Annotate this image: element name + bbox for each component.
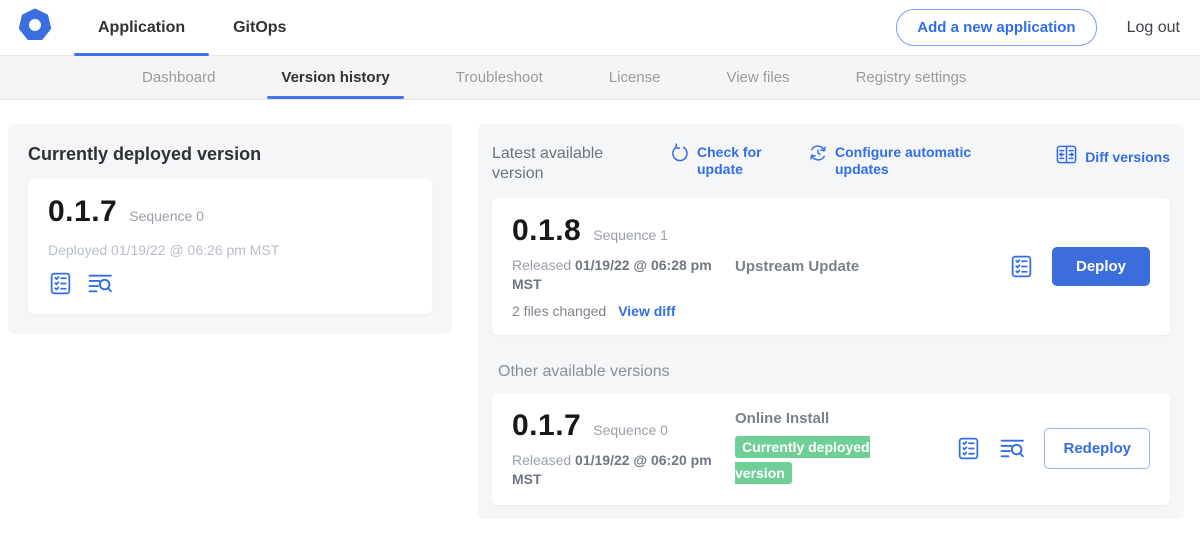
subnav-item-registry-settings[interactable]: Registry settings: [842, 56, 981, 99]
currently-deployed-badge: Currently deployed version: [735, 436, 870, 484]
other-version-card: 0.1.7 Sequence 0 Released 01/19/22 @ 06:…: [492, 393, 1170, 505]
preflight-checklist-icon[interactable]: [48, 271, 73, 296]
view-diff-link[interactable]: View diff: [618, 303, 675, 319]
subnav-item-view-files[interactable]: View files: [712, 56, 803, 99]
configure-automatic-updates-button[interactable]: Configure automatic updates: [808, 144, 998, 178]
other-available-versions-title: Other available versions: [498, 363, 1170, 381]
latest-source-label: Upstream Update: [735, 258, 1009, 275]
deploy-button[interactable]: Deploy: [1052, 247, 1150, 286]
latest-sequence-label: Sequence 1: [593, 227, 668, 243]
check-for-update-button[interactable]: Check for update: [670, 144, 798, 178]
subnav-item-license[interactable]: License: [595, 56, 675, 99]
latest-version-number: 0.1.8: [512, 214, 581, 248]
configure-automatic-updates-label: Configure automatic updates: [835, 144, 975, 178]
preflight-checklist-icon[interactable]: [956, 436, 981, 461]
app-logo[interactable]: [18, 0, 52, 55]
other-sequence-label: Sequence 0: [593, 422, 668, 438]
view-logs-icon[interactable]: [87, 271, 114, 296]
check-for-update-label: Check for update: [697, 144, 769, 178]
other-released-timestamp: Released 01/19/22 @ 06:20 pm MST: [512, 451, 717, 489]
latest-released-timestamp: Released 01/19/22 @ 06:28 pm MST: [512, 256, 717, 294]
tab-application-label: Application: [98, 19, 185, 37]
diff-versions-label: Diff versions: [1085, 149, 1170, 166]
main-content: Currently deployed version 0.1.7 Sequenc…: [0, 100, 1200, 519]
currently-deployed-title: Currently deployed version: [28, 144, 432, 165]
latest-available-title: Latest available version: [492, 144, 620, 184]
latest-version-card: 0.1.8 Sequence 1 Released 01/19/22 @ 06:…: [492, 198, 1170, 335]
files-changed-label: 2 files changed: [512, 303, 606, 319]
topbar-spacer: [310, 0, 896, 55]
current-sequence-label: Sequence 0: [129, 208, 204, 224]
diff-icon: [1055, 144, 1078, 170]
app-subnav: Dashboard Version history Troubleshoot L…: [0, 56, 1200, 100]
preflight-checklist-icon[interactable]: [1009, 254, 1034, 279]
tab-gitops-label: GitOps: [233, 19, 286, 37]
subnav-item-version-history[interactable]: Version history: [267, 56, 403, 99]
latest-available-header: Latest available version Check for updat…: [492, 138, 1170, 198]
tab-application[interactable]: Application: [74, 0, 209, 55]
other-version-number: 0.1.7: [512, 409, 581, 443]
latest-available-panel: Latest available version Check for updat…: [478, 124, 1184, 519]
add-application-button[interactable]: Add a new application: [896, 9, 1096, 46]
tab-gitops[interactable]: GitOps: [209, 0, 310, 55]
subnav-item-dashboard[interactable]: Dashboard: [128, 56, 229, 99]
top-navbar: Application GitOps Add a new application…: [0, 0, 1200, 56]
redeploy-button[interactable]: Redeploy: [1044, 428, 1150, 469]
view-logs-icon[interactable]: [999, 436, 1026, 461]
currently-deployed-panel: Currently deployed version 0.1.7 Sequenc…: [8, 124, 452, 334]
diff-versions-button[interactable]: Diff versions: [1055, 144, 1170, 170]
auto-update-clock-icon: [808, 144, 828, 167]
currently-deployed-card: 0.1.7 Sequence 0 Deployed 01/19/22 @ 06:…: [28, 179, 432, 314]
current-version-number: 0.1.7: [48, 195, 117, 229]
kots-heptagon-logo-icon: [18, 8, 52, 47]
subnav-item-troubleshoot[interactable]: Troubleshoot: [442, 56, 557, 99]
other-source-label: Online Install: [735, 410, 956, 427]
refresh-icon: [670, 144, 690, 167]
logout-button[interactable]: Log out: [1127, 0, 1180, 55]
deployed-timestamp: Deployed 01/19/22 @ 06:26 pm MST: [48, 242, 412, 258]
